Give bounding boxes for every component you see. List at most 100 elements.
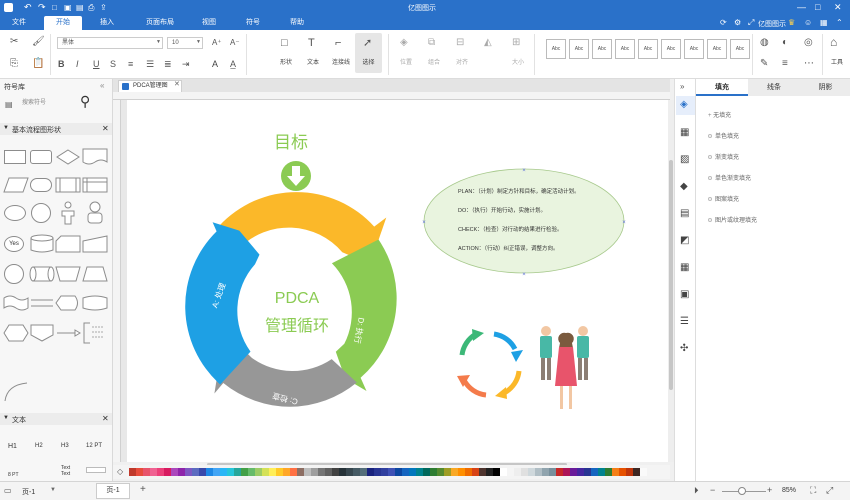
style-preset[interactable]: Abc: [684, 39, 704, 59]
chevron-down-icon[interactable]: ▼: [50, 487, 56, 493]
heading1-sample[interactable]: H1: [8, 443, 17, 450]
option-gradient-fill[interactable]: 渐变填充: [708, 152, 739, 161]
rounded-process-shape[interactable]: [30, 150, 52, 164]
heading3-sample[interactable]: H3: [61, 443, 69, 449]
color-swatch[interactable]: [577, 468, 584, 476]
color-swatch[interactable]: [479, 468, 486, 476]
save-icon[interactable]: ▤: [76, 3, 84, 12]
underline-icon[interactable]: U: [93, 59, 100, 69]
manual-input-shape[interactable]: [82, 235, 108, 253]
shrink-font-icon[interactable]: A⁻: [230, 38, 240, 48]
connector-circle-shape[interactable]: [4, 264, 24, 284]
collapse-icon[interactable]: ▼: [3, 415, 9, 421]
user-name[interactable]: 亿图图示: [758, 19, 786, 29]
pentagon-shape[interactable]: [29, 323, 55, 343]
color-swatch[interactable]: [199, 468, 206, 476]
annotation-shape[interactable]: [82, 321, 108, 345]
highlight-icon[interactable]: A̲: [230, 59, 236, 69]
tools-icon[interactable]: ⌂: [830, 36, 837, 48]
color-swatch[interactable]: [304, 468, 311, 476]
color-swatch[interactable]: [129, 468, 136, 476]
chart-panel-icon[interactable]: ◩: [680, 235, 689, 246]
page-selector[interactable]: 页-1: [22, 487, 35, 497]
menu-insert[interactable]: 插入: [92, 16, 122, 30]
color-swatch[interactable]: [612, 468, 619, 476]
document-tab[interactable]: PDCA管理图: [118, 80, 182, 92]
document-panel-icon[interactable]: ▤: [680, 208, 689, 219]
arc-shape[interactable]: [3, 381, 29, 403]
style-preset[interactable]: Abc: [592, 39, 612, 59]
option-pattern-fill[interactable]: 图案填充: [708, 194, 739, 203]
color-swatch[interactable]: [444, 468, 451, 476]
selection-handle[interactable]: ×: [422, 220, 426, 226]
shape-icon[interactable]: □: [281, 38, 288, 49]
color-swatch[interactable]: [416, 468, 423, 476]
close-tab-icon[interactable]: ✕: [174, 80, 180, 88]
user-shape[interactable]: [85, 201, 105, 225]
share-icon[interactable]: ⟳: [720, 18, 727, 27]
section-header[interactable]: ▼ 基本流程图形状 ✕: [0, 123, 112, 135]
color-swatch[interactable]: [493, 468, 500, 476]
style-preset[interactable]: Abc: [638, 39, 658, 59]
tab-shadow[interactable]: 阴影: [800, 79, 850, 96]
yes-circle-shape[interactable]: Yes: [4, 236, 24, 252]
line-weight-icon[interactable]: ≡: [782, 59, 788, 69]
line-dash-icon[interactable]: ⋯: [804, 59, 814, 69]
style-preset[interactable]: Abc: [707, 39, 727, 59]
color-swatch[interactable]: [360, 468, 367, 476]
style-preset[interactable]: Abc: [661, 39, 681, 59]
color-swatch[interactable]: [234, 468, 241, 476]
selection-handle[interactable]: ×: [622, 220, 626, 226]
color-swatch[interactable]: [507, 468, 514, 476]
style-preset[interactable]: Abc: [615, 39, 635, 59]
tab-fill[interactable]: 填充: [696, 79, 748, 96]
font-family-select[interactable]: 黑体: [57, 37, 163, 49]
color-swatch[interactable]: [311, 468, 318, 476]
print-icon[interactable]: ⎙: [88, 3, 94, 13]
close-icon[interactable]: ✕: [834, 2, 842, 13]
tab-line[interactable]: 线条: [748, 79, 800, 96]
color-swatch[interactable]: [318, 468, 325, 476]
maximize-icon[interactable]: □: [815, 2, 820, 12]
search-icon[interactable]: ⚲: [80, 93, 90, 110]
color-swatch[interactable]: [556, 468, 563, 476]
pointer-icon[interactable]: ➚: [363, 38, 372, 49]
color-swatch[interactable]: [521, 468, 528, 476]
theme-panel-icon[interactable]: ▦: [680, 127, 689, 138]
color-swatch[interactable]: [388, 468, 395, 476]
line-style-icon[interactable]: ✎: [760, 59, 768, 69]
redo-icon[interactable]: ↷: [38, 2, 46, 13]
menu-page-layout[interactable]: 页面布局: [138, 16, 182, 30]
arrow-line-shape[interactable]: [55, 323, 81, 343]
scroll-thumb[interactable]: [669, 160, 673, 390]
terminator-shape[interactable]: [30, 178, 52, 192]
color-swatch[interactable]: [157, 468, 164, 476]
menu-file[interactable]: 文件: [4, 16, 34, 30]
ellipse-shape[interactable]: [4, 205, 26, 221]
minimize-icon[interactable]: —: [797, 2, 806, 12]
style-preset[interactable]: Abc: [730, 39, 750, 59]
equal-lines-shape[interactable]: [29, 294, 55, 312]
color-swatch[interactable]: [241, 468, 248, 476]
italic-icon[interactable]: I: [76, 59, 79, 69]
color-swatch[interactable]: [584, 468, 591, 476]
shape-tool-label[interactable]: 形状: [272, 57, 300, 66]
color-swatch[interactable]: [143, 468, 150, 476]
apps-icon[interactable]: ▦: [820, 18, 828, 27]
predefined-process-shape[interactable]: [55, 176, 81, 194]
manual-operation-shape[interactable]: [55, 265, 81, 283]
actor-shape[interactable]: [58, 201, 78, 225]
page-list-icon[interactable]: ▭: [4, 486, 12, 495]
search-input[interactable]: 搜索符号: [22, 97, 78, 110]
color-swatch[interactable]: [458, 468, 465, 476]
position-tool-label[interactable]: 位置: [392, 57, 420, 66]
trapezoid-shape[interactable]: [82, 265, 108, 283]
color-swatch[interactable]: [465, 468, 472, 476]
color-swatch[interactable]: [206, 468, 213, 476]
position-icon[interactable]: ◈: [400, 38, 408, 48]
color-swatch[interactable]: [325, 468, 332, 476]
color-swatch[interactable]: [640, 468, 647, 476]
bold-icon[interactable]: B: [58, 59, 65, 69]
align-icon[interactable]: ⊟: [456, 38, 464, 48]
text-section-header[interactable]: ▼ 文本 ✕: [0, 413, 112, 425]
